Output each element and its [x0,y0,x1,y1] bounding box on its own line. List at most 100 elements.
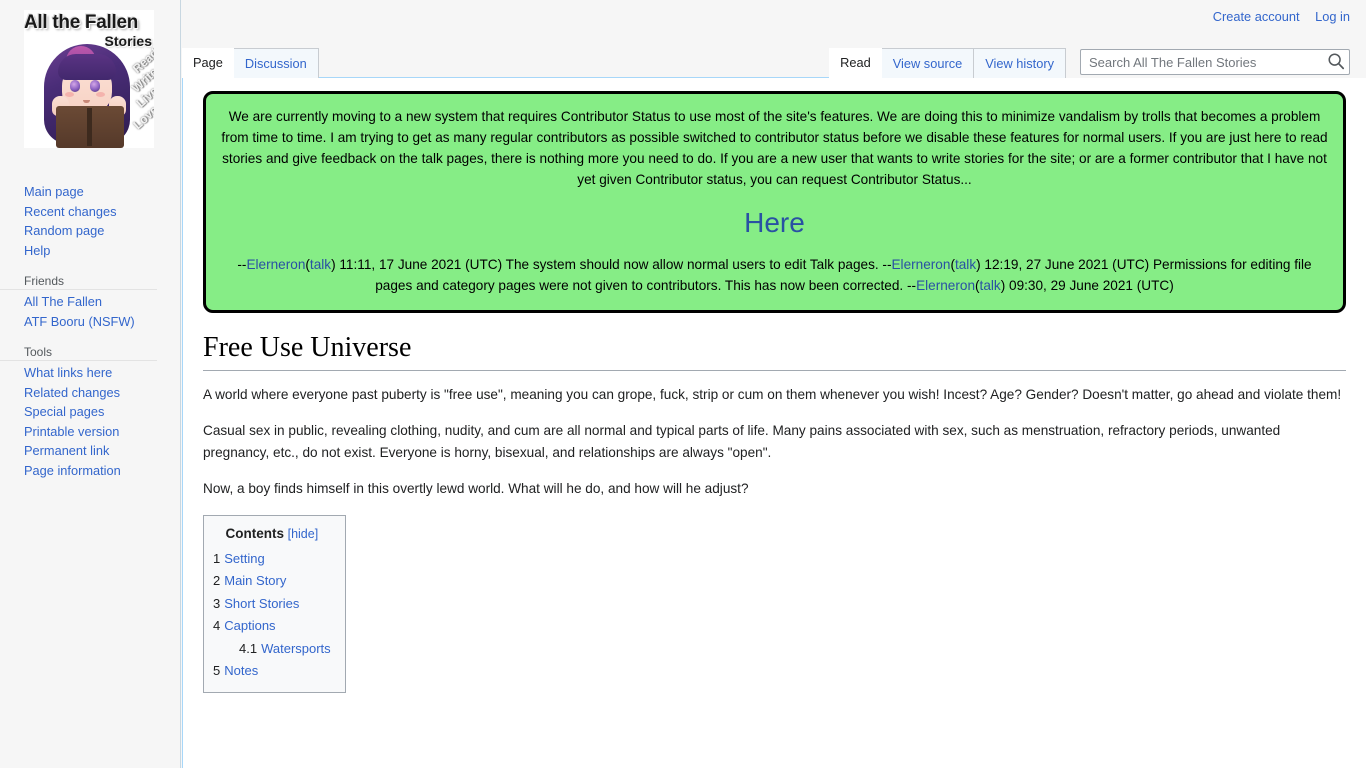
article-paragraph-3: Now, a boy finds himself in this overtly… [203,480,749,496]
page-title: Free Use Universe [203,330,1346,372]
sidebar-heading-friends: Friends [0,274,157,290]
tab-read[interactable]: Read [829,48,882,78]
sig-talk-link-2[interactable]: talk [955,257,976,272]
sidebar-item: Special pages [0,402,181,422]
article-body: A world where everyone past puberty is "… [203,384,1346,500]
toc-link-main-story[interactable]: 2 Main Story [213,573,286,588]
sidebar-item: Help [0,241,181,261]
site-notice-paragraph: We are currently moving to a new system … [221,109,1328,187]
sidebar-heading-tools: Tools [0,345,157,361]
toc-number: 4 [213,618,221,634]
sig-user-link-1[interactable]: Elerneron [246,257,305,272]
sidebar-list-friends: All The Fallen ATF Booru (NSFW) [0,292,181,331]
sidebar-item-permanent-link[interactable]: Permanent link [0,441,181,461]
sidebar-portlet-friends: Friends All The Fallen ATF Booru (NSFW) [0,274,181,331]
logo-image: Read Write Live Love All the Fallen Stor… [24,10,154,148]
view-tabs: Read View source View history [829,48,1066,78]
sig-talk-link-3[interactable]: talk [980,278,1001,293]
sig-timestamp-2: 12:19, 27 June 2021 (UTC) [980,257,1150,272]
sidebar-item: Random page [0,221,181,241]
site-notice-here-link[interactable]: Here [220,206,1329,240]
tab-page[interactable]: Page [182,48,234,78]
toc-title: Contents [225,526,284,542]
tab-discussion[interactable]: Discussion [233,48,319,78]
toc-link-short-stories[interactable]: 3 Short Stories [213,596,299,611]
sidebar-item-atf-booru[interactable]: ATF Booru (NSFW) [0,312,181,332]
sidebar-item-what-links-here[interactable]: What links here [0,363,181,383]
sidebar-item-related-changes[interactable]: Related changes [0,383,181,403]
sig-talk-link-1[interactable]: talk [310,257,331,272]
sig-timestamp-1: 11:11, 17 June 2021 (UTC) [335,257,506,272]
sidebar-item: Recent changes [0,202,181,222]
create-account-link[interactable]: Create account [1213,9,1300,24]
sidebar-list-tools: What links here Related changes Special … [0,363,181,480]
toc-toggle: [hide] [288,527,319,541]
sidebar-item-special-pages[interactable]: Special pages [0,402,181,422]
toc-link-captions[interactable]: 4 Captions [213,618,276,633]
toc-toggle-bracket-close: ] [314,527,319,542]
toc-link-setting[interactable]: 1 Setting [213,551,265,566]
toc-sublist: 4.1 Watersports [239,638,331,661]
sidebar-item-printable-version[interactable]: Printable version [0,422,181,442]
sig-body-1: The system should now allow normal users… [505,257,883,272]
sidebar-item-recent-changes[interactable]: Recent changes [0,202,181,222]
tab-view-history[interactable]: View history [974,48,1066,78]
sidebar-item: Related changes [0,383,181,403]
sidebar-item-all-the-fallen[interactable]: All The Fallen [0,292,181,312]
logo-subtitle-text: Stories [104,33,152,49]
sidebar-item: Page information [0,461,181,481]
search-button[interactable] [1326,52,1346,72]
toc-link-notes[interactable]: 5 Notes [213,663,258,678]
sig-user-link-3[interactable]: Elerneron [916,278,975,293]
content-area: We are currently moving to a new system … [182,78,1366,768]
sidebar-item-help[interactable]: Help [0,241,181,261]
toc-number: 5 [213,663,221,679]
personal-tools: Create account Log in [1201,9,1350,24]
sidebar-item: Permanent link [0,441,181,461]
sidebar-item-random-page[interactable]: Random page [0,221,181,241]
sidebar-item: ATF Booru (NSFW) [0,312,181,332]
toc-item: 4 Captions 4.1 Watersports [213,615,331,660]
sig-user-link-2[interactable]: Elerneron [891,257,950,272]
toc-text: Short Stories [224,595,300,611]
site-notice-banner: We are currently moving to a new system … [203,91,1346,313]
log-in-link[interactable]: Log in [1315,9,1350,24]
toc-text: Captions [224,618,276,634]
toc-text: Notes [224,663,259,679]
sidebar-item: Printable version [0,422,181,442]
sidebar-item-main-page[interactable]: Main page [0,182,181,202]
toc-hide-link[interactable]: hide [291,527,315,541]
wiki-page: Read Write Live Love All the Fallen Stor… [0,0,1366,768]
toc-title-row: Contents [hide] [213,523,331,546]
toc-item: 5 Notes [213,660,331,683]
sidebar-navigation: Main page Recent changes Random page Hel… [0,182,181,494]
sidebar: Read Write Live Love All the Fallen Stor… [0,0,181,768]
sidebar-item: All The Fallen [0,292,181,312]
site-notice-signature-line-1: --Elerneron(talk) 11:11, 17 June 2021 (U… [220,254,1329,296]
sidebar-item: What links here [0,363,181,383]
search-input[interactable] [1080,49,1350,75]
toc-item: 2 Main Story [213,570,331,593]
search-icon [1328,53,1345,70]
toc-item: 3 Short Stories [213,593,331,616]
toc-text: Watersports [261,640,331,656]
toc-link-watersports[interactable]: 4.1 Watersports [239,641,331,656]
sig-timestamp-3: 09:30, 29 June 2021 (UTC) [1005,278,1174,293]
toc-text: Setting [224,550,265,566]
toc-number: 2 [213,573,221,589]
namespace-tabs: Page Discussion [182,48,319,78]
table-of-contents: Contents [hide] 1 Setting 2 Main Story 3 Sh… [203,515,346,693]
sidebar-portlet-tools: Tools What links here Related changes Sp… [0,345,181,480]
tab-view-source[interactable]: View source [881,48,975,78]
sidebar-list-navigation: Main page Recent changes Random page Hel… [0,182,181,260]
sig-dashes: -- [907,278,917,293]
toc-text: Main Story [224,573,287,589]
toc-number: 3 [213,595,221,611]
toc-subitem: 4.1 Watersports [239,638,331,661]
site-logo[interactable]: Read Write Live Love All the Fallen Stor… [24,10,154,148]
sidebar-item-page-information[interactable]: Page information [0,461,181,481]
logo-diagonal-words: Read Write Live Love [104,44,154,132]
toc-item: 1 Setting [213,548,331,571]
search-form [1080,49,1350,75]
sidebar-portlet-navigation: Main page Recent changes Random page Hel… [0,182,181,260]
